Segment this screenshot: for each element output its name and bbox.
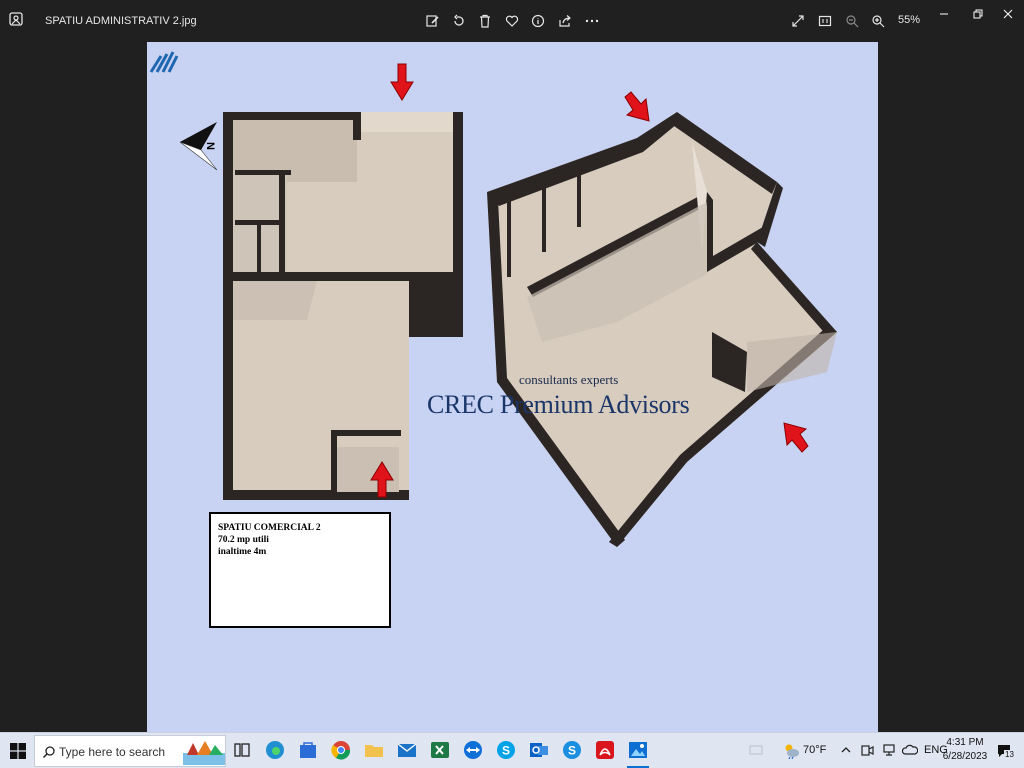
close-icon (1003, 9, 1013, 19)
meet-now-icon[interactable] (860, 743, 874, 757)
minimize-icon (940, 13, 948, 15)
edge-browser-icon[interactable] (264, 739, 286, 761)
minimize-button[interactable] (934, 6, 954, 22)
more-button[interactable] (583, 12, 601, 30)
more-icon (585, 19, 599, 23)
info-area: 70.2 mp utili (218, 535, 269, 545)
acrobat-icon[interactable] (594, 739, 616, 761)
skype-business-icon[interactable]: S (561, 739, 583, 761)
taskbar: Type here to search S S 70°F ENG 4:31 PM… (0, 732, 1024, 768)
chevron-up-icon[interactable] (840, 744, 852, 756)
entry-arrow-icon (624, 91, 650, 122)
chrome-icon[interactable] (330, 739, 352, 761)
info-box: SPATIU COMERCIAL 2 70.2 mp utili inaltim… (209, 512, 391, 628)
search-placeholder: Type here to search (59, 745, 166, 759)
close-button[interactable] (998, 6, 1018, 22)
rotate-icon (454, 14, 464, 26)
desktop-peek-icon[interactable] (748, 742, 764, 758)
info-icon (531, 14, 545, 28)
fullscreen-button[interactable] (789, 12, 807, 30)
zoom-level[interactable]: 55% (898, 14, 920, 26)
entry-arrow-icon (390, 63, 414, 101)
info-title: SPATIU COMERCIAL 2 (218, 523, 321, 533)
clock-date: 6/28/2023 (942, 751, 988, 762)
fullscreen-icon (792, 15, 804, 27)
clock-time: 4:31 PM (946, 737, 984, 748)
file-explorer-icon[interactable] (363, 739, 385, 761)
excel-icon[interactable] (429, 739, 451, 761)
image-viewer[interactable]: N consultants experts CREC Premium Advis… (0, 42, 1024, 732)
search-icon (42, 746, 55, 759)
svg-text:S: S (568, 744, 576, 758)
photos-taskbar-icon[interactable] (627, 739, 649, 761)
crec-logo-icon (149, 51, 179, 73)
clock[interactable]: 4:31 PM 6/28/2023 (940, 736, 990, 764)
network-icon[interactable] (882, 743, 896, 757)
info-height: inaltime 4m (218, 547, 267, 557)
watermark-subtitle: consultants experts (519, 372, 619, 387)
zoom-in-icon (872, 15, 885, 28)
zoom-in-button[interactable] (869, 12, 887, 30)
share-icon (559, 15, 571, 27)
title-bar: SPATIU ADMINISTRATIV 2.jpg 55% (0, 0, 1024, 42)
teamviewer-icon[interactable] (462, 739, 484, 761)
favorite-heart-icon (505, 15, 519, 27)
zoom-out-icon (846, 15, 859, 28)
edit-image-button[interactable] (424, 12, 442, 30)
actual-size-button[interactable] (816, 12, 834, 30)
favorite-button[interactable] (503, 12, 521, 30)
zoom-out-button[interactable] (843, 12, 861, 30)
mail-icon[interactable] (396, 739, 418, 761)
plan-3d (487, 112, 837, 547)
outlook-icon[interactable] (528, 739, 550, 761)
rotate-button[interactable] (450, 12, 468, 30)
restore-button[interactable] (968, 6, 988, 22)
compass-label: N (204, 142, 216, 150)
svg-text:S: S (502, 744, 510, 758)
search-highlight-art-icon (183, 741, 225, 765)
floor-plan-drawing: N (179, 63, 837, 547)
weather-temp[interactable]: 70°F (803, 744, 826, 756)
store-icon[interactable] (297, 739, 319, 761)
weather-icon[interactable] (782, 741, 800, 759)
notification-count: 13 (1004, 750, 1015, 759)
delete-button[interactable] (476, 12, 494, 30)
skype-icon[interactable]: S (495, 739, 517, 761)
taskbar-search[interactable]: Type here to search (34, 735, 226, 767)
photos-app-icon (9, 12, 23, 26)
actual-size-icon (818, 15, 832, 27)
plan-2d (179, 112, 463, 500)
windows-start-icon[interactable] (10, 743, 26, 759)
edit-image-icon (426, 15, 439, 27)
share-button[interactable] (556, 12, 574, 30)
window-title: SPATIU ADMINISTRATIV 2.jpg (45, 15, 197, 27)
onedrive-cloud-icon[interactable] (902, 743, 918, 757)
task-view-icon[interactable] (231, 739, 253, 761)
watermark-title: CREC Premium Advisors (427, 390, 690, 419)
delete-icon (480, 14, 490, 28)
restore-icon (973, 9, 983, 19)
floor-plan-image[interactable]: N consultants experts CREC Premium Advis… (147, 42, 878, 732)
entry-arrow-icon (783, 422, 809, 453)
info-button[interactable] (529, 12, 547, 30)
